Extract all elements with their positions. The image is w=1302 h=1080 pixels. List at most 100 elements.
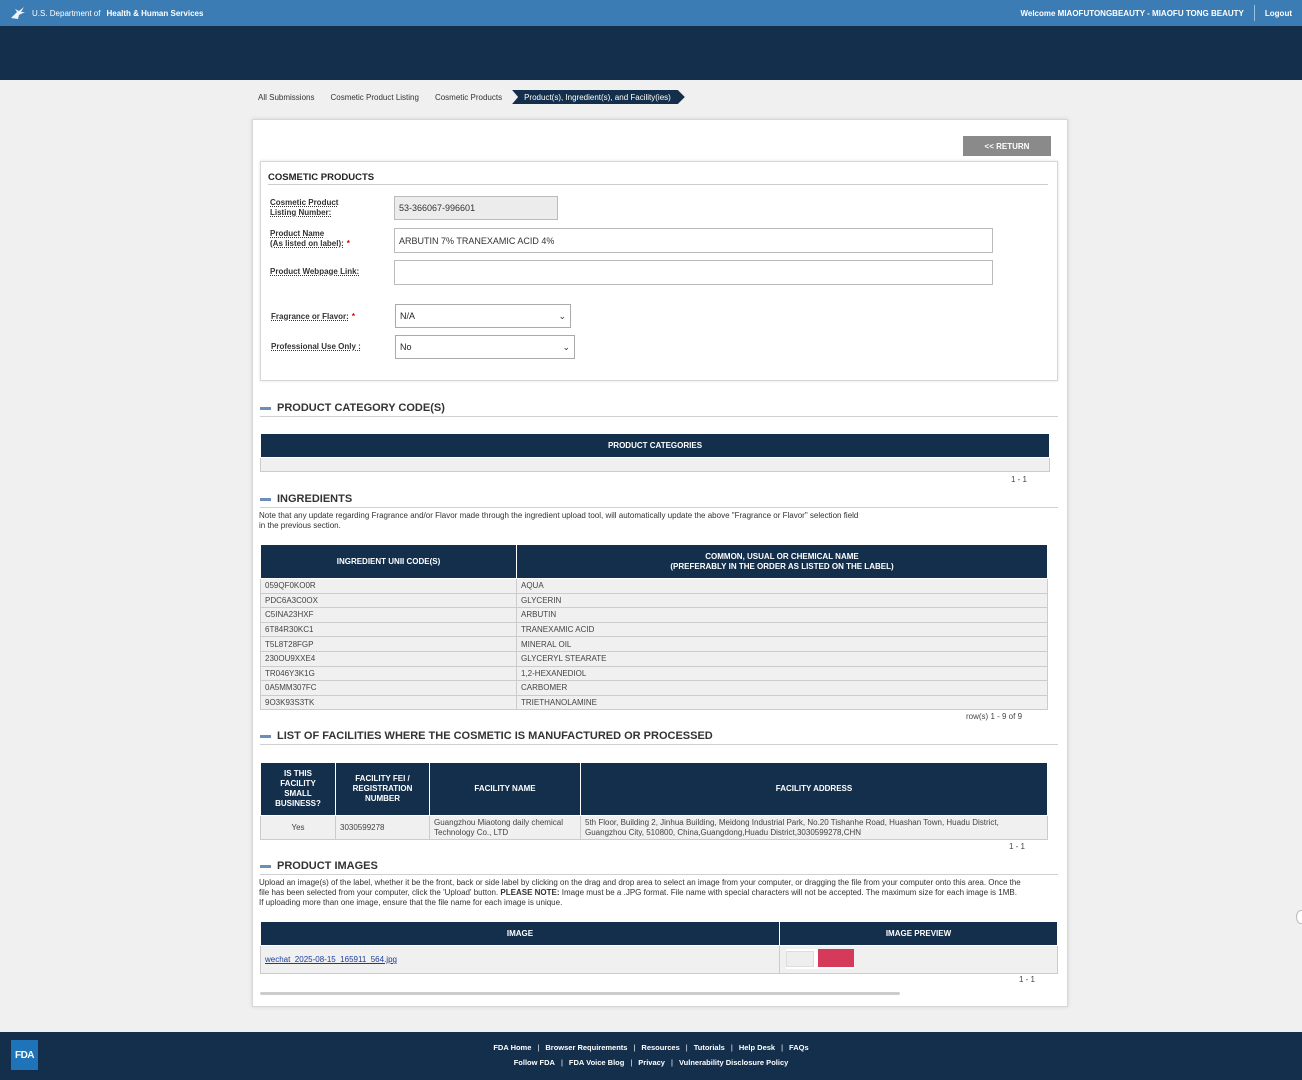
col-facility-name[interactable]: FACILITY NAME	[429, 762, 581, 816]
ingredient-name: TRIETHANOLAMINE	[516, 694, 1048, 711]
chevron-down-icon: ⌄	[558, 310, 566, 321]
professional-use-selected-value: No	[400, 342, 412, 352]
footer-link[interactable]: Privacy	[638, 1058, 665, 1067]
footer-link-separator: |	[730, 1043, 733, 1052]
logout-link[interactable]: Logout	[1265, 9, 1292, 18]
image-preview-thumbnail[interactable]	[786, 949, 854, 969]
listing-number-label-line1: Cosmetic Product	[270, 198, 339, 207]
facility-name-line1: Guangzhou Miaotong daily chemical	[434, 817, 563, 827]
fragrance-select[interactable]: N/A ⌄	[395, 304, 571, 328]
side-handle[interactable]	[1296, 910, 1302, 924]
facility-address-line2: Guangzhou City, 510800, China,Guangdong,…	[585, 827, 862, 837]
agency-name: Health & Human Services	[106, 8, 204, 18]
product-name-input[interactable]: ARBUTIN 7% TRANEXAMIC ACID 4%	[394, 228, 993, 253]
images-note-line1: Upload an image(s) of the label, whether…	[259, 878, 1021, 887]
ingredient-unii-code: 6T84R30KC1	[260, 621, 517, 638]
footer-link-separator: |	[633, 1043, 636, 1052]
ingredients-section-header[interactable]: INGREDIENTS	[260, 493, 1058, 508]
category-section-title: PRODUCT CATEGORY CODE(S)	[277, 402, 445, 414]
facilities-section-header[interactable]: LIST OF FACILITIES WHERE THE COSMETIC IS…	[260, 730, 1058, 745]
breadcrumb-cosmetic-product-listing[interactable]: Cosmetic Product Listing	[324, 90, 428, 104]
category-table: PRODUCT CATEGORIES	[260, 433, 1050, 472]
fragrance-selected-value: N/A	[400, 311, 416, 321]
breadcrumb-cosmetic-products[interactable]: Cosmetic Products	[429, 90, 512, 104]
footer-link-separator: |	[630, 1058, 633, 1067]
image-file-link[interactable]: wechat_2025-08-15_165911_564.jpg	[265, 955, 397, 964]
facility-fei: 3030599278	[335, 815, 430, 840]
required-marker: *	[346, 239, 350, 248]
collapse-icon[interactable]	[260, 406, 271, 410]
col-small-business-line3: SMALL	[284, 789, 312, 798]
top-bar: U.S. Department of Health & Human Servic…	[0, 0, 1302, 26]
footer-link[interactable]: Browser Requirements	[545, 1043, 627, 1052]
main-panel: << RETURN COSMETIC PRODUCTS Cosmetic Pro…	[252, 119, 1068, 1007]
ingredient-unii-code: 230OU9XXE4	[260, 650, 517, 667]
col-fei-line3: NUMBER	[364, 794, 401, 803]
cosmetic-products-box: COSMETIC PRODUCTS Cosmetic Product Listi…	[260, 161, 1058, 381]
ingredients-table: INGREDIENT UNII CODE(S) COMMON, USUAL OR…	[260, 544, 1048, 711]
footer-link[interactable]: FDA Home	[493, 1043, 531, 1052]
category-header[interactable]: PRODUCT CATEGORIES	[260, 433, 1050, 458]
category-section-header[interactable]: PRODUCT CATEGORY CODE(S)	[260, 402, 1058, 417]
collapse-icon[interactable]	[260, 734, 271, 738]
listing-number-field: 53-366067-996601	[394, 196, 558, 220]
images-pager: 1 - 1	[1019, 975, 1036, 984]
col-common-name-line2: (PREFERABLY IN THE ORDER AS LISTED ON TH…	[670, 561, 894, 571]
professional-use-select[interactable]: No ⌄	[395, 335, 575, 359]
footer-link[interactable]: Follow FDA	[514, 1058, 555, 1067]
footer-link-separator: |	[781, 1043, 784, 1052]
product-name-label: Product Name (As listed on label): *	[270, 229, 350, 249]
images-section-title: PRODUCT IMAGES	[277, 860, 378, 872]
footer-link[interactable]: FDA Voice Blog	[569, 1058, 624, 1067]
category-empty-row	[260, 457, 1050, 472]
footer-link[interactable]: FAQs	[789, 1043, 809, 1052]
breadcrumb: All Submissions Cosmetic Product Listing…	[252, 90, 685, 104]
table-row: 6T84R30KC1 TRANEXAMIC ACID	[260, 621, 1048, 638]
collapse-icon[interactable]	[260, 864, 271, 868]
col-common-name[interactable]: COMMON, USUAL OR CHEMICAL NAME (PREFERAB…	[516, 544, 1048, 579]
col-fei-number[interactable]: FACILITY FEI / REGISTRATION NUMBER	[335, 762, 430, 816]
return-button[interactable]: << RETURN	[963, 136, 1051, 156]
col-small-business[interactable]: IS THIS FACILITY SMALL BUSINESS?	[260, 762, 336, 816]
collapse-icon[interactable]	[260, 497, 271, 501]
ingredients-note-line2: in the previous section.	[259, 521, 341, 530]
hhs-branding[interactable]: U.S. Department of Health & Human Servic…	[10, 6, 203, 20]
category-pager: 1 - 1	[1011, 475, 1028, 484]
ingredient-unii-code: 0A5MM307FC	[260, 680, 517, 696]
webpage-link-input[interactable]	[394, 260, 993, 285]
product-name-label-line1: Product Name	[270, 229, 325, 238]
ingredient-unii-code: T5L8T28FGP	[260, 636, 517, 652]
footer-link[interactable]: Resources	[641, 1043, 679, 1052]
col-small-business-line4: BUSINESS?	[275, 799, 321, 808]
facilities-section-title: LIST OF FACILITIES WHERE THE COSMETIC IS…	[277, 730, 713, 742]
table-row: wechat_2025-08-15_165911_564.jpg	[260, 945, 1058, 974]
facility-address-line1: 5th Floor, Building 2, Jinhua Building, …	[585, 817, 999, 827]
breadcrumb-current: Product(s), Ingredient(s), and Facility(…	[512, 90, 685, 104]
images-section-header[interactable]: PRODUCT IMAGES	[260, 860, 1058, 875]
images-note: Upload an image(s) of the label, whether…	[259, 878, 1021, 908]
col-fei-line1: FACILITY FEI /	[355, 774, 410, 783]
welcome-text: Welcome MIAOFUTONGBEAUTY - MIAOFU TONG B…	[1020, 8, 1244, 18]
table-row: T5L8T28FGP MINERAL OIL	[260, 636, 1048, 652]
footer-link[interactable]: Tutorials	[694, 1043, 725, 1052]
ingredient-unii-code: 059QF0KO0R	[260, 578, 517, 594]
col-unii-code[interactable]: INGREDIENT UNII CODE(S)	[260, 544, 517, 579]
breadcrumb-all-submissions[interactable]: All Submissions	[252, 90, 324, 104]
footer-link[interactable]: Vulnerability Disclosure Policy	[679, 1058, 788, 1067]
ingredient-name: AQUA	[516, 578, 1048, 594]
col-image-preview[interactable]: IMAGE PREVIEW	[779, 921, 1058, 946]
images-note-line3: If uploading more than one image, ensure…	[259, 898, 563, 907]
header-band	[0, 26, 1302, 80]
ingredient-name: TRANEXAMIC ACID	[516, 621, 1048, 638]
facilities-table: IS THIS FACILITY SMALL BUSINESS? FACILIT…	[260, 762, 1048, 840]
horizontal-scrollbar[interactable]	[260, 992, 900, 995]
ingredient-unii-code: PDC6A3C0OX	[260, 592, 517, 609]
footer-link[interactable]: Help Desk	[739, 1043, 775, 1052]
col-facility-address[interactable]: FACILITY ADDRESS	[580, 762, 1048, 816]
ingredient-name: GLYCERYL STEARATE	[516, 650, 1048, 667]
col-image[interactable]: IMAGE	[260, 921, 780, 946]
webpage-link-label: Product Webpage Link:	[270, 267, 360, 276]
ingredients-section-title: INGREDIENTS	[277, 493, 353, 505]
chevron-down-icon: ⌄	[562, 341, 570, 352]
divider	[268, 184, 1048, 185]
